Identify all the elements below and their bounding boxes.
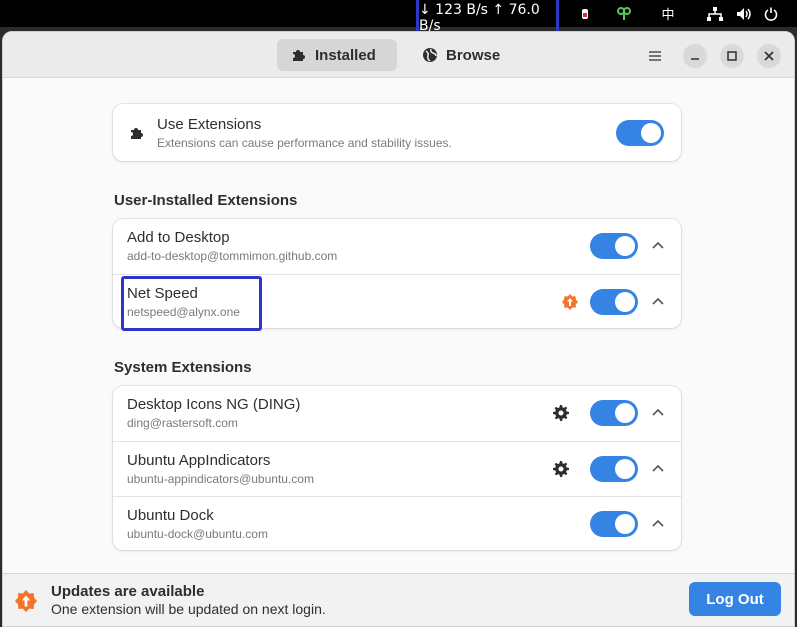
system-top-bar: ↓ 123 B/s ↑ 76.0 B/s 中 <box>0 0 797 34</box>
gear-icon[interactable] <box>553 461 569 477</box>
extension-id: add-to-desktop@tommimon.github.com <box>127 249 338 263</box>
extension-name: Desktop Icons NG (DING) <box>127 396 301 413</box>
power-icon[interactable] <box>762 5 780 22</box>
chevron-up-icon[interactable] <box>651 239 665 253</box>
system-section-title: System Extensions <box>114 359 252 376</box>
extension-id: netspeed@alynx.one <box>127 305 240 319</box>
tab-browse-label: Browse <box>446 46 501 64</box>
use-extensions-title: Use Extensions <box>157 116 262 133</box>
update-available-icon <box>562 294 578 310</box>
extension-name: Ubuntu AppIndicators <box>127 452 271 469</box>
extension-name: Net Speed <box>127 285 198 302</box>
minimize-button[interactable] <box>683 44 707 68</box>
extension-row-ding[interactable]: Desktop Icons NG (DING) ding@rastersoft.… <box>113 386 681 441</box>
system-extensions-card: Desktop Icons NG (DING) ding@rastersoft.… <box>113 386 681 550</box>
banner-title: Updates are available <box>51 583 205 600</box>
extension-row-ubuntu-dock[interactable]: Ubuntu Dock ubuntu-dock@ubuntu.com <box>113 496 681 551</box>
puzzle-icon <box>131 128 143 139</box>
use-extensions-toggle[interactable] <box>616 120 664 146</box>
gear-icon[interactable] <box>553 405 569 421</box>
log-out-button[interactable]: Log Out <box>689 582 781 616</box>
input-method-indicator[interactable]: 中 <box>658 5 678 22</box>
extension-id: ubuntu-appindicators@ubuntu.com <box>127 472 314 486</box>
header-bar: Installed Browse <box>3 32 794 78</box>
user-extensions-card: Add to Desktop add-to-desktop@tommimon.g… <box>113 219 681 328</box>
maximize-button[interactable] <box>720 44 744 68</box>
tab-browse[interactable]: Browse <box>408 39 518 71</box>
extensions-window: Installed Browse Use Extensions Extensio… <box>2 31 795 627</box>
chevron-up-icon[interactable] <box>651 295 665 309</box>
maximize-icon <box>727 51 737 61</box>
extension-row-add-to-desktop[interactable]: Add to Desktop add-to-desktop@tommimon.g… <box>113 219 681 274</box>
puzzle-icon <box>293 50 305 61</box>
extension-toggle[interactable] <box>590 511 638 537</box>
clover-icon[interactable] <box>615 5 633 22</box>
pet-icon[interactable] <box>578 5 592 22</box>
menu-button[interactable] <box>643 44 667 68</box>
banner-subtitle: One extension will be updated on next lo… <box>51 601 326 617</box>
network-icon[interactable] <box>705 5 725 22</box>
chevron-up-icon[interactable] <box>651 462 665 476</box>
user-installed-section-title: User-Installed Extensions <box>114 192 298 209</box>
tab-installed-label: Installed <box>315 46 376 64</box>
minimize-icon <box>691 58 699 60</box>
extension-toggle[interactable] <box>590 233 638 259</box>
chevron-up-icon[interactable] <box>651 406 665 420</box>
close-button[interactable] <box>757 44 781 68</box>
updates-banner: Updates are available One extension will… <box>3 573 794 626</box>
extension-toggle[interactable] <box>590 289 638 315</box>
update-available-icon <box>15 590 37 612</box>
extension-name: Add to Desktop <box>127 229 230 246</box>
chevron-up-icon[interactable] <box>651 517 665 531</box>
extension-row-appindicators[interactable]: Ubuntu AppIndicators ubuntu-appindicator… <box>113 441 681 496</box>
extension-name: Ubuntu Dock <box>127 507 214 524</box>
extension-id: ubuntu-dock@ubuntu.com <box>127 527 268 541</box>
volume-icon[interactable] <box>735 5 753 22</box>
menu-icon <box>649 51 661 61</box>
close-icon <box>764 51 774 61</box>
tab-installed[interactable]: Installed <box>277 39 397 71</box>
extension-toggle[interactable] <box>590 456 638 482</box>
use-extensions-subtitle: Extensions can cause performance and sta… <box>157 136 452 150</box>
extension-toggle[interactable] <box>590 400 638 426</box>
use-extensions-card: Use Extensions Extensions can cause perf… <box>113 104 681 161</box>
extension-row-net-speed[interactable]: Net Speed netspeed@alynx.one <box>113 274 681 329</box>
globe-icon <box>423 48 437 62</box>
extension-id: ding@rastersoft.com <box>127 416 238 430</box>
